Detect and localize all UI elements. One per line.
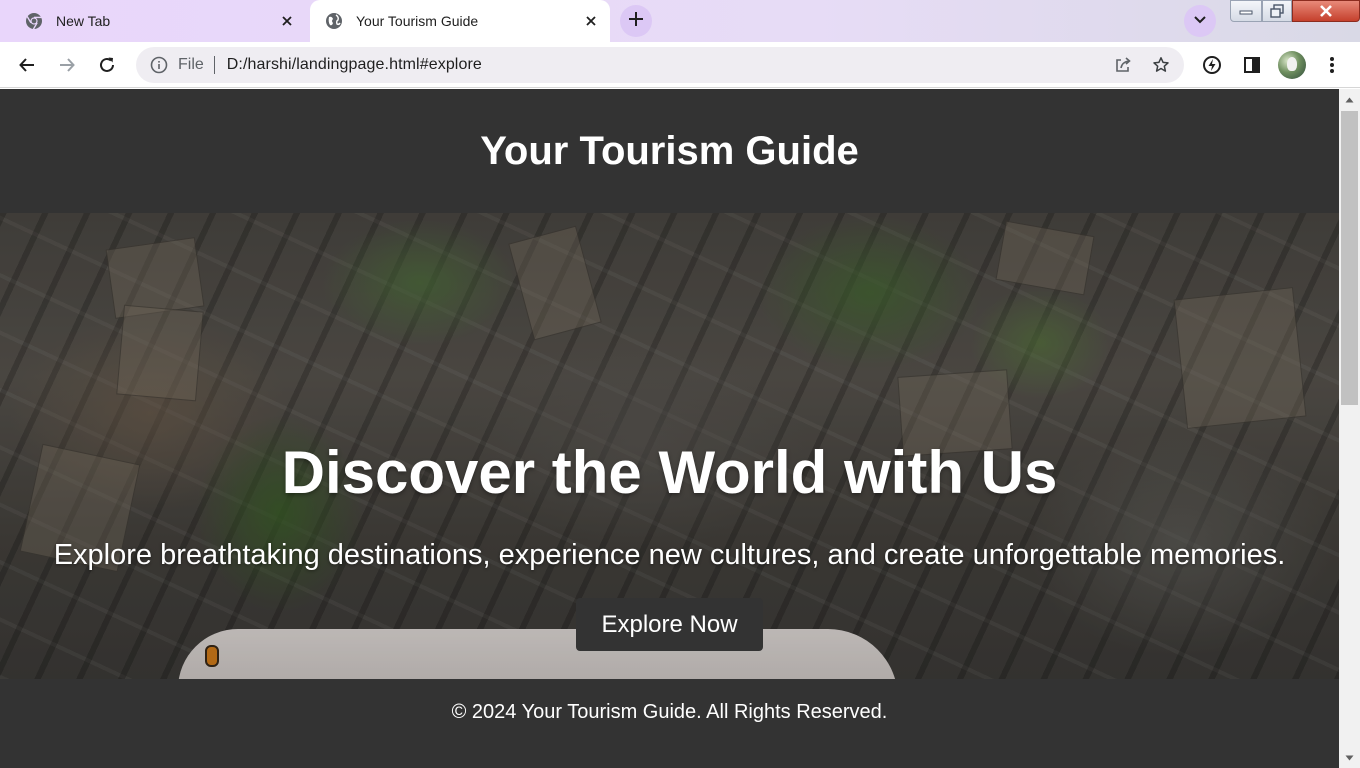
divider <box>213 56 215 74</box>
hero-heading: Discover the World with Us <box>281 439 1058 506</box>
extension-button[interactable] <box>1196 49 1228 81</box>
browser-toolbar: File D:/harshi/landingpage.html#explore <box>0 42 1360 88</box>
side-panel-icon <box>1244 57 1260 73</box>
url-scheme-label: File <box>178 56 204 73</box>
scroll-up-arrow-icon[interactable] <box>1339 91 1360 108</box>
site-title: Your Tourism Guide <box>480 128 859 173</box>
close-icon <box>1320 5 1332 17</box>
restore-icon <box>1270 4 1284 18</box>
bookmark-star-icon[interactable] <box>1146 50 1176 80</box>
tab-title: New Tab <box>56 13 111 29</box>
tab-your-tourism-guide[interactable]: Your Tourism Guide <box>310 0 610 42</box>
chrome-icon <box>24 11 44 31</box>
plus-icon <box>628 11 644 32</box>
address-bar[interactable]: File D:/harshi/landingpage.html#explore <box>136 47 1184 83</box>
restore-button[interactable] <box>1262 0 1292 22</box>
side-panel-button[interactable] <box>1236 49 1268 81</box>
scrollbar-thumb[interactable] <box>1341 111 1358 405</box>
forward-button[interactable] <box>51 49 83 81</box>
hero-subheading: Explore breathtaking destinations, exper… <box>53 539 1286 571</box>
close-icon[interactable] <box>580 10 602 32</box>
avatar[interactable] <box>1278 51 1306 79</box>
bolt-icon <box>1203 56 1221 74</box>
arrow-left-icon <box>19 58 34 72</box>
chevron-down-icon <box>1193 12 1207 30</box>
menu-button[interactable] <box>1316 49 1348 81</box>
page-scrollbar[interactable] <box>1339 89 1360 768</box>
site-footer: © 2024 Your Tourism Guide. All Rights Re… <box>0 679 1339 768</box>
globe-icon <box>324 11 344 31</box>
tab-new-tab[interactable]: New Tab <box>8 0 306 42</box>
minimize-button[interactable] <box>1230 0 1262 22</box>
share-icon[interactable] <box>1108 50 1138 80</box>
hero-section: Discover the World with Us Explore breat… <box>0 213 1339 679</box>
tab-strip: New Tab Your Tourism Guide <box>0 0 1360 42</box>
more-vertical-icon <box>1330 57 1334 73</box>
page-viewport: Your Tourism Guide Discover the World wi… <box>0 89 1339 768</box>
scroll-down-arrow-icon[interactable] <box>1339 749 1360 766</box>
tab-search-button[interactable] <box>1184 5 1216 37</box>
footer-copyright: © 2024 Your Tourism Guide. All Rights Re… <box>451 701 888 723</box>
info-icon[interactable] <box>148 54 170 76</box>
minimize-icon <box>1239 10 1253 15</box>
new-tab-button[interactable] <box>620 5 652 37</box>
tab-title: Your Tourism Guide <box>356 13 479 29</box>
back-button[interactable] <box>11 49 43 81</box>
reload-icon <box>100 57 114 72</box>
site-header: Your Tourism Guide <box>0 89 1339 213</box>
close-icon[interactable] <box>276 10 298 32</box>
url-text[interactable]: D:/harshi/landingpage.html#explore <box>227 56 1108 74</box>
explore-now-button[interactable]: Explore Now <box>576 598 763 651</box>
reload-button[interactable] <box>91 49 123 81</box>
arrow-right-icon <box>60 58 75 72</box>
window-controls <box>1230 0 1360 22</box>
window-close-button[interactable] <box>1292 0 1360 22</box>
